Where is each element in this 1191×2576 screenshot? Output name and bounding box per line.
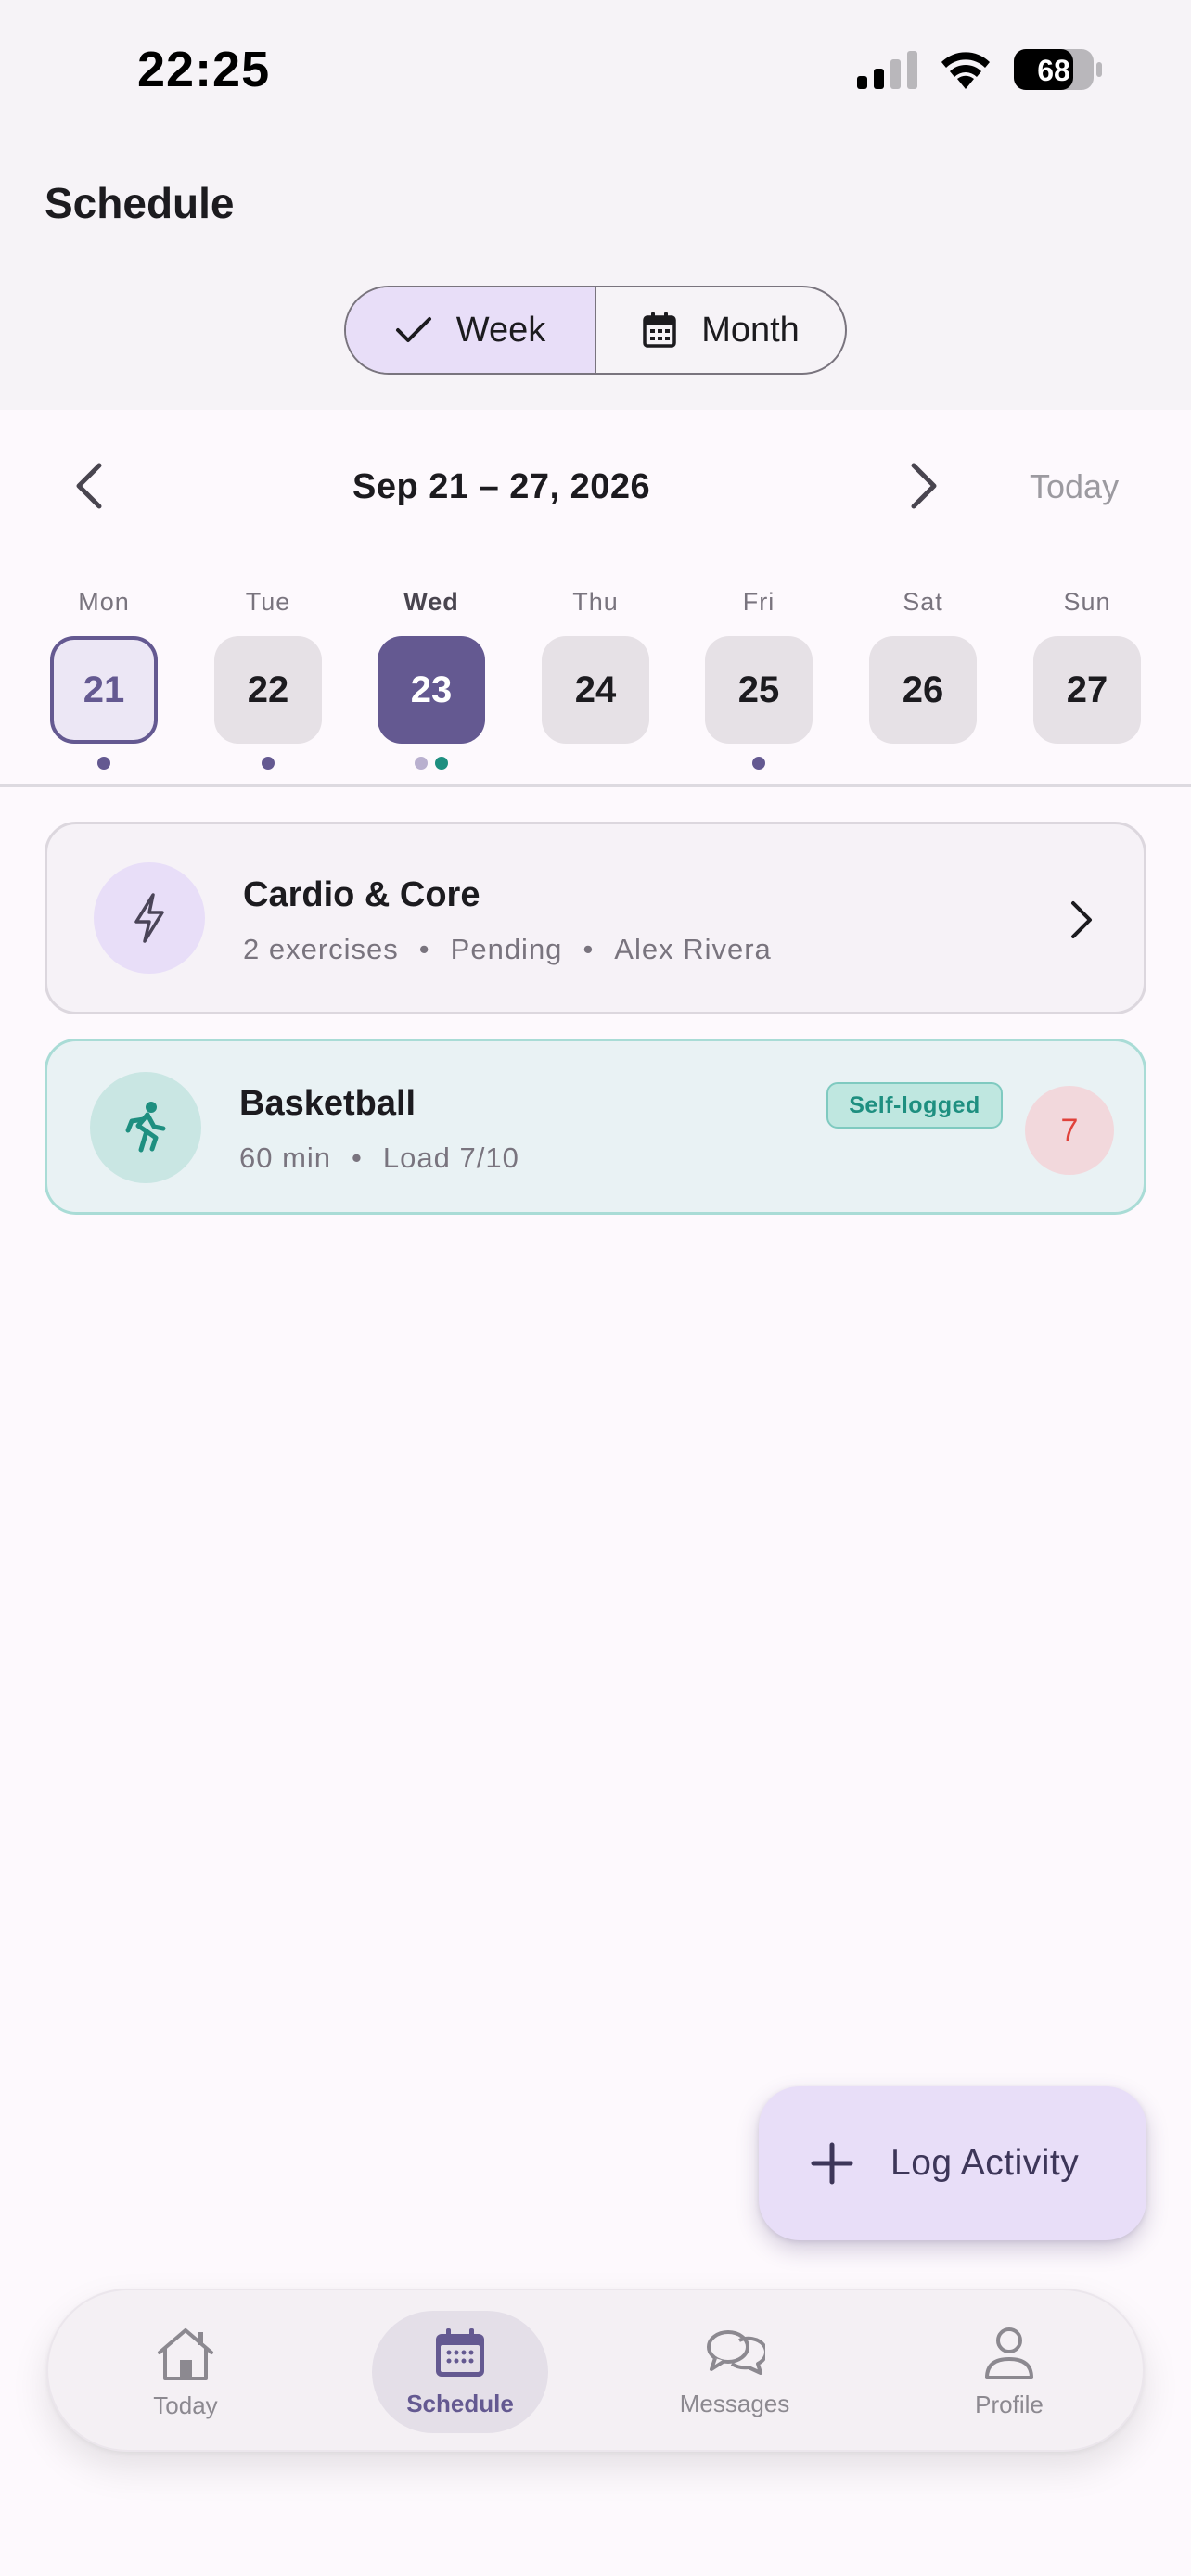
status-time: 22:25 (137, 42, 271, 97)
day-wed[interactable]: Wed 23 (378, 588, 485, 770)
view-toggle: Week Month (344, 286, 847, 375)
separator-dot: • (418, 933, 430, 965)
calendar-icon (436, 2327, 484, 2377)
card-title: Cardio & Core (243, 875, 480, 914)
event-dots (378, 757, 485, 770)
event-dot (97, 757, 110, 770)
card-meta: 60 min • Load 7/10 (239, 1141, 519, 1175)
status-bar: 22:25 68 (0, 0, 1191, 139)
lightning-icon (134, 893, 164, 943)
top-area: 22:25 68 Schedule Week Month (0, 0, 1191, 410)
day-name: Wed (403, 588, 459, 616)
week-range: Sep 21 – 27, 2026 (352, 467, 651, 506)
chevron-left-icon (76, 463, 102, 509)
event-dot (415, 757, 428, 770)
card-meta: 2 exercises • Pending • Alex Rivera (243, 933, 772, 966)
week-toggle-button[interactable]: Week (346, 287, 595, 373)
separator-dot: • (583, 933, 595, 965)
page-title: Schedule (45, 179, 235, 227)
nav-label: Messages (679, 2389, 790, 2417)
event-dots (705, 757, 813, 770)
month-toggle-button[interactable]: Month (596, 287, 845, 373)
log-activity-label: Log Activity (890, 2143, 1080, 2183)
load-score-badge: 7 (1025, 1086, 1114, 1175)
chat-icon (707, 2329, 765, 2375)
cellular-signal-icon (857, 51, 917, 89)
nav-label: Schedule (406, 2389, 514, 2417)
nav-label: Profile (975, 2390, 1044, 2418)
month-toggle-label: Month (701, 310, 800, 350)
day-date-selected[interactable]: 23 (378, 636, 485, 744)
nav-item-profile[interactable]: Profile (907, 2290, 1111, 2454)
home-icon (158, 2327, 213, 2380)
nav-item-schedule[interactable]: Schedule (358, 2290, 562, 2454)
event-dots (50, 757, 158, 770)
today-button[interactable]: Today (1030, 467, 1119, 506)
calendar-icon (643, 312, 676, 348)
day-thu[interactable]: Thu 24 (542, 588, 649, 770)
week-toggle-label: Week (455, 310, 546, 350)
event-dots (542, 757, 649, 770)
day-sun[interactable]: Sun 27 (1033, 588, 1141, 770)
event-dots (1033, 757, 1141, 770)
schedule-screen: 22:25 68 Schedule Week Month Sep 21 – 27… (0, 0, 1191, 2576)
nav-item-today[interactable]: Today (83, 2290, 288, 2454)
activity-icon-circle (90, 1072, 201, 1183)
running-icon (125, 1102, 166, 1153)
coach-name: Alex Rivera (614, 933, 772, 965)
day-name: Tue (245, 588, 291, 616)
day-tue[interactable]: Tue 22 (214, 588, 322, 770)
nav-label: Today (153, 2391, 218, 2419)
day-sat[interactable]: Sat 26 (869, 588, 977, 770)
self-logged-badge: Self-logged (826, 1082, 1003, 1129)
day-fri[interactable]: Fri 25 (705, 588, 813, 770)
section-divider (0, 784, 1191, 787)
person-icon (985, 2327, 1033, 2379)
svg-text:68: 68 (1037, 54, 1070, 87)
plus-icon (811, 2142, 853, 2185)
previous-week-button[interactable] (61, 458, 117, 514)
event-dots (869, 757, 977, 770)
day-name: Thu (572, 588, 619, 616)
day-name: Sun (1063, 588, 1111, 616)
separator-dot: • (352, 1141, 363, 1174)
exercise-count: 2 exercises (243, 933, 399, 965)
card-title: Basketball (239, 1084, 416, 1123)
wifi-icon (941, 52, 990, 89)
event-dot (262, 757, 275, 770)
week-navigator: Sep 21 – 27, 2026 Today Mon 21 Tue 22 We… (0, 410, 1191, 781)
next-week-button[interactable] (896, 458, 952, 514)
activity-card-basketball[interactable]: Basketball 60 min • Load 7/10 Self-logged … (45, 1039, 1146, 1215)
event-dot (752, 757, 765, 770)
load-text: Load 7/10 (382, 1141, 519, 1174)
workout-card-cardio-core[interactable]: Cardio & Core 2 exercises • Pending • Alex R… (45, 822, 1146, 1014)
day-date[interactable]: 27 (1033, 636, 1141, 744)
day-name: Mon (78, 588, 130, 616)
day-name: Sat (903, 588, 943, 616)
check-icon (395, 317, 431, 342)
chevron-right-icon (911, 463, 937, 509)
day-mon[interactable]: Mon 21 (50, 588, 158, 770)
nav-item-messages[interactable]: Messages (633, 2290, 837, 2454)
log-activity-button[interactable]: Log Activity (759, 2086, 1146, 2240)
status-text: Pending (450, 933, 563, 965)
workout-icon-circle (94, 862, 205, 974)
day-date[interactable]: 22 (214, 636, 322, 744)
chevron-right-icon (1071, 901, 1092, 938)
event-dots (214, 757, 322, 770)
day-date-today[interactable]: 21 (50, 636, 158, 744)
day-date[interactable]: 24 (542, 636, 649, 744)
battery-icon: 68 (1014, 49, 1102, 90)
duration: 60 min (239, 1141, 332, 1174)
day-name: Fri (742, 588, 775, 616)
day-date[interactable]: 26 (869, 636, 977, 744)
day-date[interactable]: 25 (705, 636, 813, 744)
self-logged-dot (435, 757, 448, 770)
bottom-navigation: Today Schedule Messages Profile (46, 2289, 1145, 2452)
